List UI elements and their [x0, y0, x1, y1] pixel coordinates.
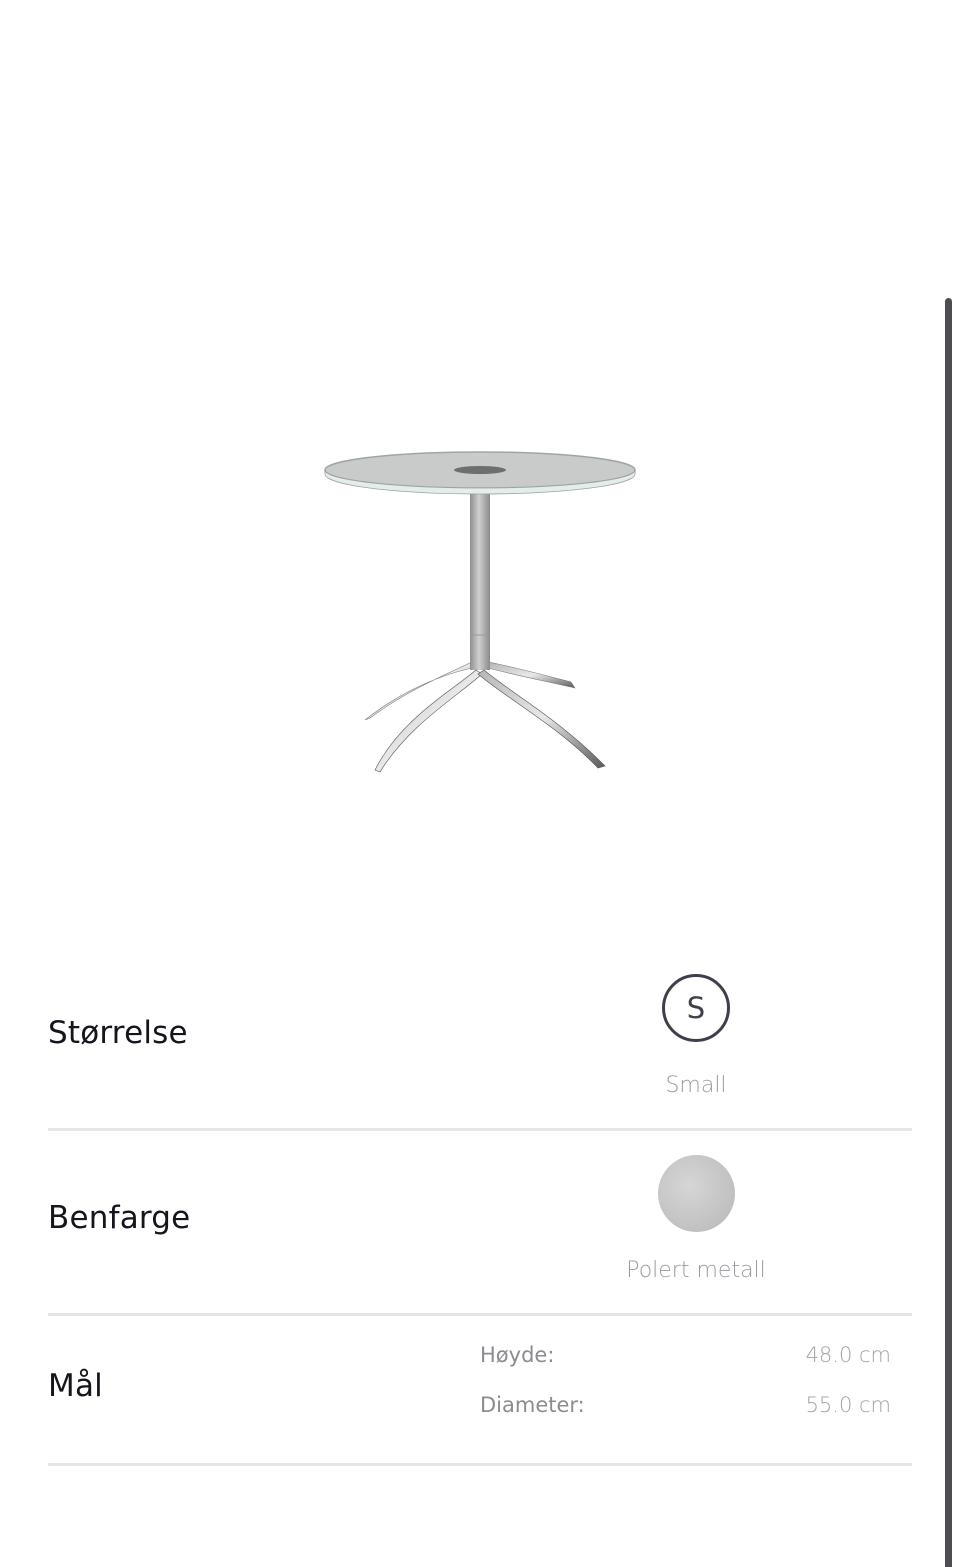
- divider: [48, 1313, 912, 1316]
- divider: [48, 1463, 912, 1466]
- size-label: Størrelse: [48, 1015, 188, 1051]
- dimension-diameter-label: Diameter:: [480, 1393, 585, 1417]
- leg-color-caption: Polert metall: [626, 1258, 766, 1283]
- dimension-height-label: Høyde:: [480, 1343, 555, 1367]
- product-image: [324, 451, 636, 773]
- scrollbar[interactable]: [945, 298, 952, 1567]
- dimension-height-value: 48.0 cm: [805, 1343, 891, 1367]
- size-option-small[interactable]: S: [662, 974, 730, 1042]
- dimensions-label: Mål: [48, 1368, 103, 1404]
- size-option-caption: Small: [665, 1073, 727, 1098]
- leg-color-swatch[interactable]: [658, 1155, 735, 1232]
- divider: [48, 1128, 912, 1131]
- size-option-letter: S: [686, 991, 706, 1025]
- leg-color-label: Benfarge: [48, 1200, 191, 1236]
- dimension-diameter-value: 55.0 cm: [805, 1393, 891, 1417]
